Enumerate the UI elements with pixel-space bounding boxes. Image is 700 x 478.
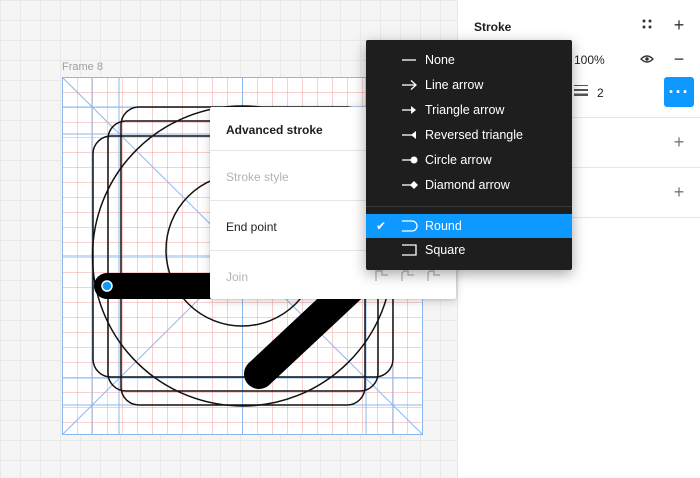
style-grid-icon[interactable]	[638, 18, 656, 34]
selected-endpoint-handle	[101, 280, 113, 292]
stroke-weight-value[interactable]: 2	[597, 86, 604, 100]
popover-title: Advanced stroke	[226, 123, 323, 137]
stroke-section-title: Stroke	[474, 20, 512, 34]
reversed-triangle-icon	[400, 123, 420, 147]
line-arrow-icon	[400, 73, 420, 97]
advanced-stroke-button[interactable]: ···	[664, 77, 694, 107]
round-cap-icon	[400, 214, 420, 238]
menu-divider	[366, 206, 572, 207]
square-cap-icon	[400, 238, 420, 262]
menu-item-line-arrow[interactable]: Line arrow	[366, 73, 572, 97]
triangle-arrow-icon	[400, 98, 420, 122]
remove-stroke-icon[interactable]: −	[670, 50, 688, 68]
visibility-eye-icon[interactable]	[638, 52, 656, 68]
join-label: Join	[226, 270, 249, 284]
menu-item-round[interactable]: ✔ Round	[366, 214, 572, 238]
menu-item-label: Reversed triangle	[425, 128, 523, 142]
menu-item-label: Circle arrow	[425, 153, 492, 167]
menu-item-label: Line arrow	[425, 78, 484, 92]
menu-item-circle-arrow[interactable]: Circle arrow	[366, 148, 572, 172]
menu-item-diamond-arrow[interactable]: Diamond arrow	[366, 173, 572, 197]
stroke-weight-icon	[572, 84, 590, 100]
menu-item-square[interactable]: Square	[366, 238, 572, 262]
diamond-arrow-icon	[400, 173, 420, 197]
thick-strokes	[94, 272, 367, 389]
menu-item-none[interactable]: None	[366, 48, 572, 72]
add-export-icon[interactable]: +	[670, 183, 688, 201]
end-point-dropdown-menu: None Line arrow Triangle arrow Reversed …	[366, 40, 572, 270]
menu-item-label: Round	[425, 219, 462, 233]
frame-label[interactable]: Frame 8	[62, 61, 103, 73]
checkmark-icon: ✔	[376, 219, 387, 233]
add-stroke-icon[interactable]: +	[670, 16, 688, 34]
add-effect-icon[interactable]: +	[670, 133, 688, 151]
menu-item-label: Diamond arrow	[425, 178, 510, 192]
menu-item-reversed-triangle[interactable]: Reversed triangle	[366, 123, 572, 147]
end-point-label: End point	[226, 220, 277, 234]
menu-item-label: Square	[425, 243, 466, 257]
menu-item-label: None	[425, 53, 455, 67]
stroke-style-label: Stroke style	[226, 170, 289, 184]
circle-arrow-icon	[400, 148, 420, 172]
menu-item-triangle-arrow[interactable]: Triangle arrow	[366, 98, 572, 122]
line-none-icon	[400, 48, 420, 72]
menu-item-label: Triangle arrow	[425, 103, 505, 117]
stroke-opacity-value[interactable]: 100%	[574, 53, 605, 67]
